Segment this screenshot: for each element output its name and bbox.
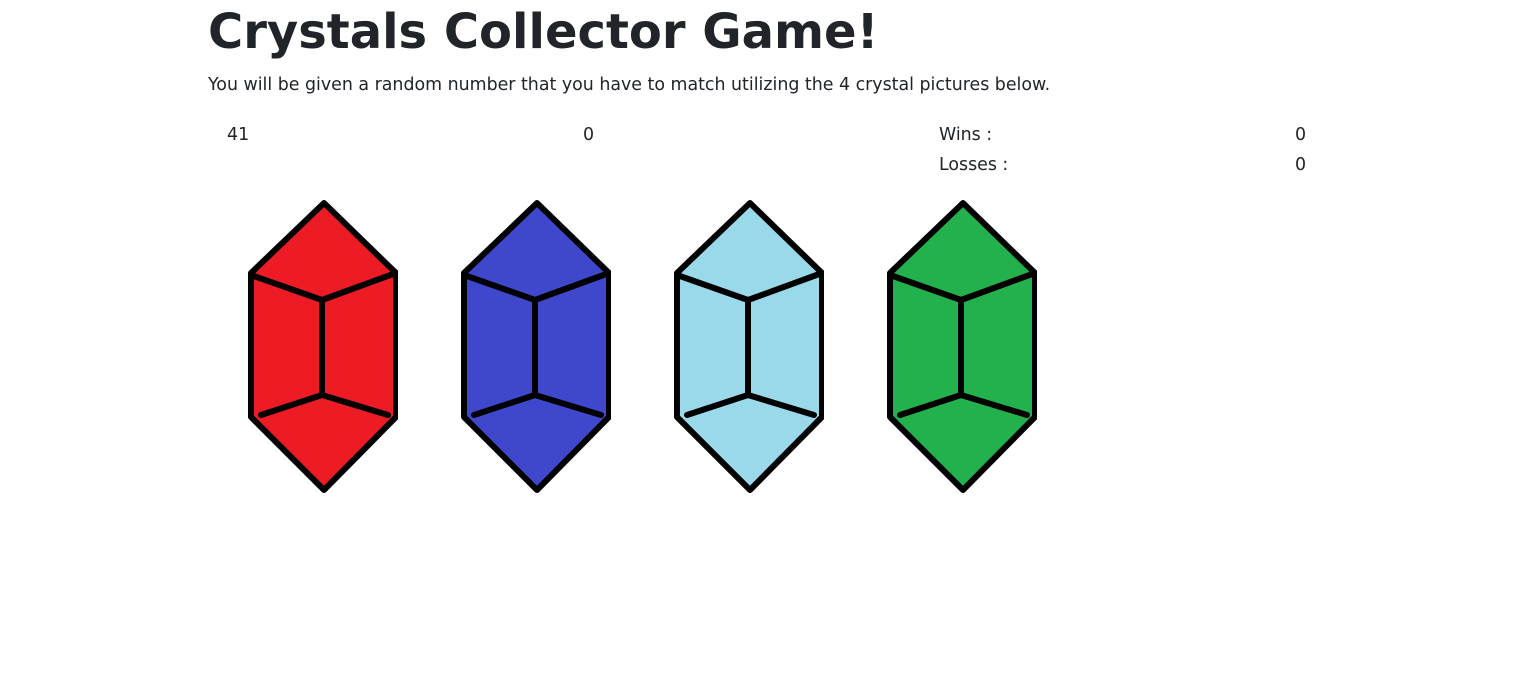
blue-crystal-button[interactable]: [461, 199, 611, 493]
losses-label: Losses :: [939, 155, 1009, 175]
blue-crystal-icon: [461, 200, 611, 493]
instructions-text: You will be given a random number that y…: [208, 75, 1051, 95]
game-container: Crystals Collector Game! You will be giv…: [208, 0, 1318, 673]
target-number: 41: [227, 125, 250, 145]
current-score: 0: [583, 125, 595, 145]
page-title: Crystals Collector Game!: [208, 4, 879, 60]
red-crystal-icon: [248, 200, 398, 493]
wins-label: Wins :: [939, 125, 993, 145]
red-crystal-button[interactable]: [248, 199, 398, 493]
green-crystal-button[interactable]: [887, 199, 1037, 493]
light-blue-crystal-button[interactable]: [674, 199, 824, 493]
green-crystal-icon: [887, 200, 1037, 493]
losses-value: 0: [1295, 155, 1307, 175]
wins-value: 0: [1295, 125, 1307, 145]
light-blue-crystal-icon: [674, 200, 824, 493]
